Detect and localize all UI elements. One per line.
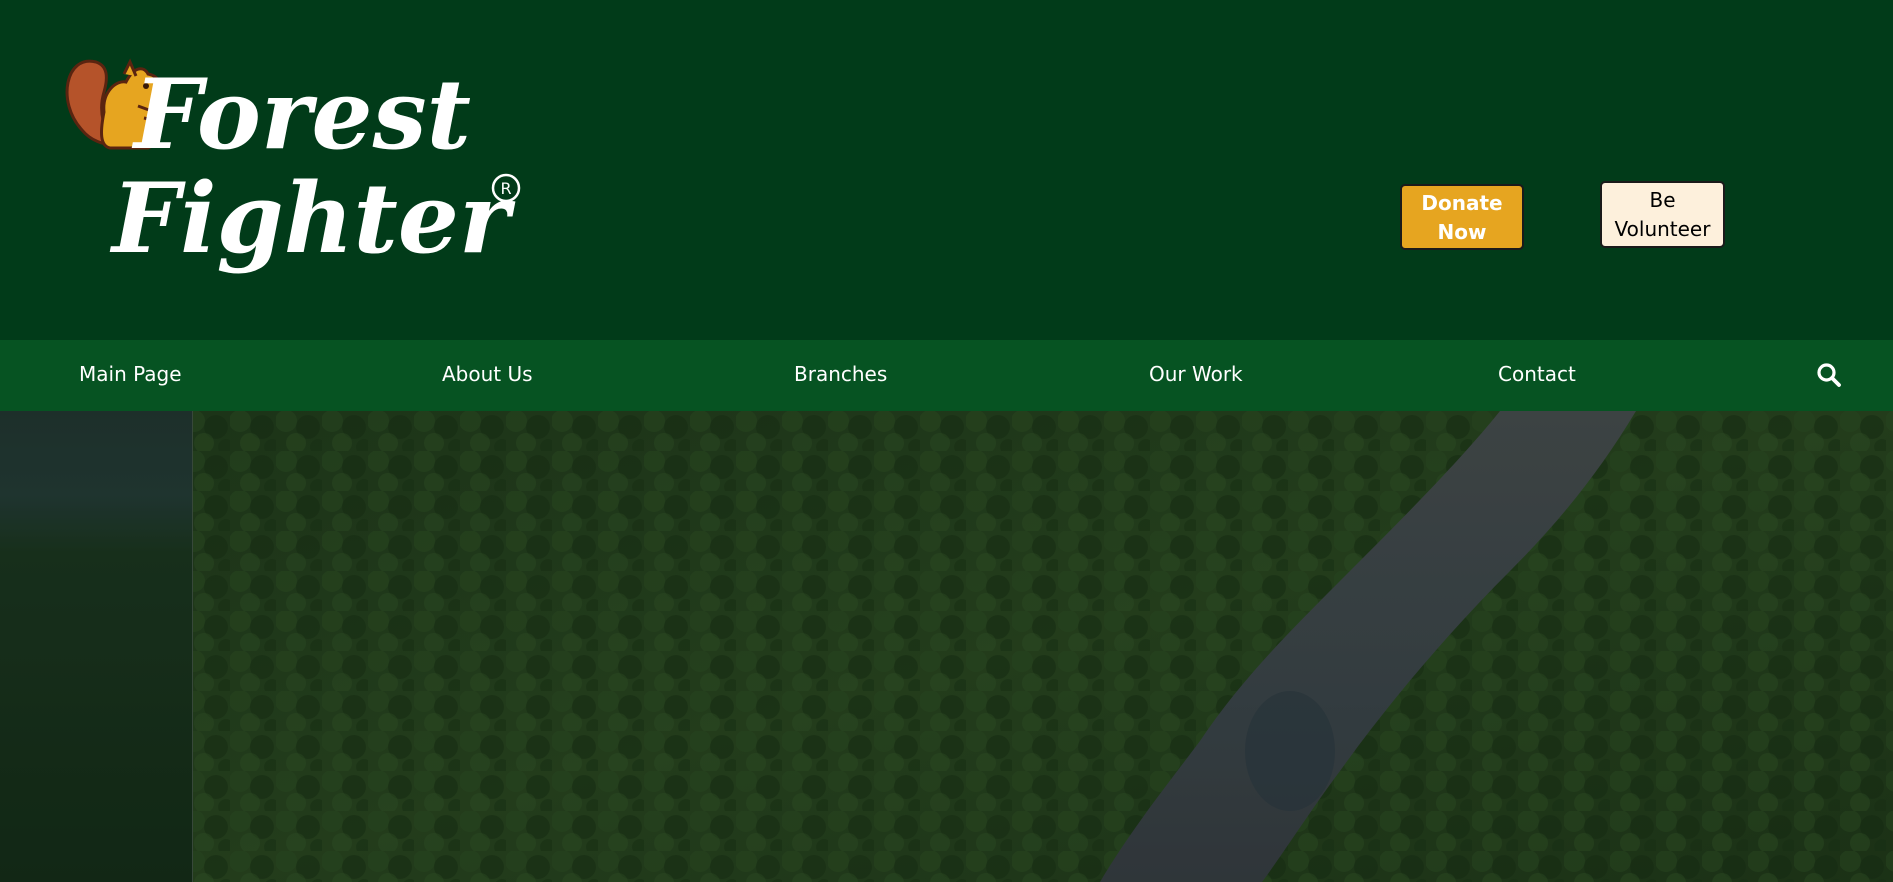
nav-item-contact[interactable]: Contact xyxy=(1498,362,1576,386)
be-volunteer-button[interactable]: Be Volunteer xyxy=(1600,181,1725,248)
site-logo[interactable]: Forest Fighter R xyxy=(64,52,534,312)
forest-fighter-logo: Forest Fighter R xyxy=(65,58,521,275)
registered-mark: R xyxy=(500,179,511,198)
aerial-forest-river-image xyxy=(0,411,1893,882)
donate-now-button[interactable]: Donate Now xyxy=(1400,184,1524,250)
nav-item-our-work[interactable]: Our Work xyxy=(1149,362,1243,386)
nav-item-about-us[interactable]: About Us xyxy=(442,362,533,386)
nav-item-main-page[interactable]: Main Page xyxy=(79,362,182,386)
nav-item-branches[interactable]: Branches xyxy=(794,362,887,386)
main-navigation: Main Page About Us Branches Our Work Con… xyxy=(0,340,1893,411)
hero-image xyxy=(0,411,1893,882)
brand-line-1: Forest xyxy=(131,58,471,171)
search-icon[interactable] xyxy=(1816,362,1842,388)
site-header: Forest Fighter R Donate Now Be Volunteer xyxy=(0,0,1893,340)
brand-line-2: Fighter xyxy=(109,162,516,275)
